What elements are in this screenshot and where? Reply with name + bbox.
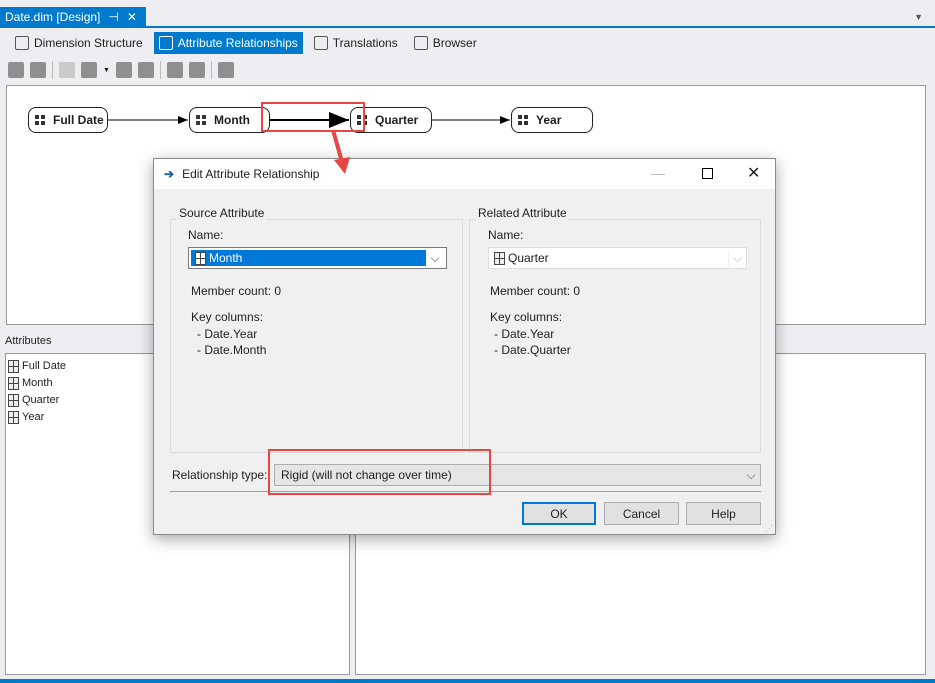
node-label: Year <box>536 113 562 127</box>
attribute-icon <box>8 410 19 424</box>
attribute-icon <box>195 251 206 265</box>
attribute-icon <box>494 251 505 265</box>
node-label: Full Date <box>53 113 104 127</box>
chevron-down-icon[interactable]: ⌵ <box>742 468 760 483</box>
close-button[interactable]: ✕ <box>747 163 760 183</box>
combo-value: Quarter <box>508 251 549 265</box>
key-columns-label: Key columns: <box>191 310 264 324</box>
attribute-label: Month <box>22 377 53 389</box>
attribute-label: Full Date <box>22 360 67 372</box>
minimize-button[interactable]: — <box>651 165 665 181</box>
attribute-icon <box>196 114 207 126</box>
key-column: - Date.Month <box>197 343 267 357</box>
group-label: Related Attribute <box>476 206 569 220</box>
source-name-combobox[interactable]: Month ⌵ <box>188 247 447 269</box>
attribute-icon <box>8 393 19 407</box>
resize-grip-icon[interactable]: ⋰ <box>765 524 773 533</box>
dialog-title-bar: ➔ Edit Attribute Relationship <box>154 159 775 189</box>
chevron-down-icon[interactable]: ⌵ <box>728 250 746 266</box>
cancel-button[interactable]: Cancel <box>604 502 679 525</box>
attribute-icon <box>518 114 529 126</box>
highlight-box <box>268 449 491 495</box>
attribute-label: Year <box>22 411 45 423</box>
node-month[interactable]: Month <box>189 107 270 133</box>
node-label: Month <box>214 113 250 127</box>
key-columns-label: Key columns: <box>490 310 563 324</box>
field-label: Name: <box>188 228 224 242</box>
group-label: Source Attribute <box>177 206 267 220</box>
relationship-type-label: Relationship type: <box>172 468 268 482</box>
member-count: Member count: 0 <box>191 284 282 298</box>
key-attribute-icon <box>35 114 46 126</box>
combo-value: Month <box>209 251 243 265</box>
member-count: Member count: 0 <box>490 284 581 298</box>
related-name-combobox[interactable]: Quarter ⌵ <box>488 247 747 269</box>
highlight-box <box>261 102 365 132</box>
ok-button[interactable]: OK <box>522 502 596 525</box>
node-label: Quarter <box>375 113 419 127</box>
key-column: - Date.Quarter <box>494 343 571 357</box>
key-column: - Date.Year <box>494 327 555 341</box>
node-full-date[interactable]: Full Date <box>28 107 108 133</box>
maximize-button[interactable] <box>702 168 713 179</box>
node-year[interactable]: Year <box>511 107 593 133</box>
help-button[interactable]: Help <box>686 502 761 525</box>
chevron-down-icon[interactable]: ⌵ <box>426 251 444 266</box>
status-bar <box>0 679 935 683</box>
dialog-title: Edit Attribute Relationship <box>182 167 320 181</box>
key-attribute-icon <box>8 359 19 373</box>
field-label: Name: <box>488 228 524 242</box>
attribute-icon <box>8 376 19 390</box>
key-column: - Date.Year <box>197 327 258 341</box>
arrow-icon: ➔ <box>164 167 175 181</box>
attribute-label: Quarter <box>22 394 60 406</box>
